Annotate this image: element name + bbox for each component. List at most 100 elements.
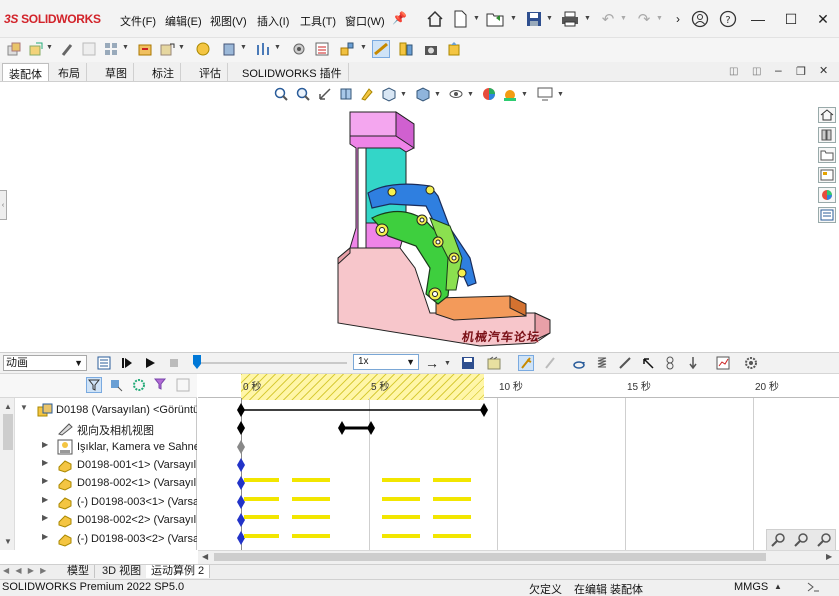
assembly-features-dropdown-icon[interactable]: ▼ <box>240 44 247 51</box>
play-from-start-icon[interactable] <box>119 355 135 371</box>
view-orientation-icon[interactable] <box>380 86 398 102</box>
view-settings-icon[interactable] <box>536 86 554 102</box>
collapse-tree-icon[interactable] <box>175 377 191 393</box>
exploded-view-dropdown-icon[interactable]: ▼ <box>360 44 367 51</box>
scroll-right-icon[interactable]: ▶ <box>826 552 832 561</box>
print-dropdown-icon[interactable]: ▼ <box>584 15 591 22</box>
tab-evaluate[interactable]: 评估 <box>193 63 228 81</box>
document-close-button[interactable]: ✕ <box>819 64 828 77</box>
key-change-bar[interactable] <box>382 478 420 482</box>
results-and-plots-icon[interactable] <box>715 355 731 371</box>
previous-view-icon[interactable] <box>316 86 334 102</box>
bill-of-materials-icon[interactable] <box>313 40 331 58</box>
assembly-features-icon[interactable] <box>220 40 238 58</box>
contact-icon[interactable] <box>662 355 678 371</box>
zoom-to-area-icon[interactable] <box>294 86 312 102</box>
key-change-bar[interactable] <box>292 497 330 501</box>
key-change-bar[interactable] <box>244 478 279 482</box>
document-minimize-button[interactable]: – <box>775 63 782 77</box>
open-dropdown-icon[interactable]: ▼ <box>510 15 517 22</box>
display-style-dropdown-icon[interactable]: ▼ <box>434 91 441 98</box>
filter-results-icon[interactable] <box>153 377 169 393</box>
playback-mode-dropdown-icon[interactable]: ▼ <box>444 360 451 367</box>
move-dropdown-icon[interactable]: ▼ <box>178 44 185 51</box>
undo-icon[interactable]: ↶ <box>598 9 618 29</box>
tree-item-camera-views[interactable]: 视向及相机视图 <box>0 419 197 437</box>
print-icon[interactable] <box>560 9 580 29</box>
motor-icon[interactable] <box>571 355 587 371</box>
menu-view[interactable]: 视图(V) <box>210 13 247 29</box>
key-change-bar[interactable] <box>382 497 420 501</box>
playback-speed-select[interactable]: 1x ▼ <box>353 354 419 370</box>
tree-item-part[interactable]: ▶ (-) D0198-003<2> (Varsa <box>0 530 197 548</box>
menu-edit[interactable]: 编辑(E) <box>165 13 202 29</box>
insert-components-icon[interactable] <box>5 40 23 58</box>
save-dropdown-icon[interactable]: ▼ <box>546 15 553 22</box>
key-change-bar[interactable] <box>292 534 330 538</box>
solidworks-resources-icon[interactable] <box>818 107 836 123</box>
pin-menu-icon[interactable]: 📌 <box>392 11 407 25</box>
edit-appearance-icon[interactable] <box>480 86 498 102</box>
new-motion-study-icon[interactable] <box>290 40 308 58</box>
key-change-bar[interactable] <box>244 497 279 501</box>
undo-dropdown-icon[interactable]: ▼ <box>620 15 627 22</box>
close-window-button[interactable]: ✕ <box>813 9 833 29</box>
filter-animated-icon[interactable] <box>86 377 102 393</box>
hide-show-items-icon[interactable] <box>447 86 465 102</box>
study-type-select[interactable]: 动画 ▼ <box>3 355 87 371</box>
menu-insert[interactable]: 插入(I) <box>257 13 289 29</box>
motion-study-properties-icon[interactable] <box>743 355 759 371</box>
timeline-scrollbar-thumb[interactable] <box>214 553 766 561</box>
mate-icon[interactable] <box>58 40 76 58</box>
tab-motion-study[interactable]: 运动算例 2 <box>146 565 211 578</box>
new-part-icon[interactable] <box>27 40 45 58</box>
zoom-out-timeline-icon[interactable] <box>793 532 809 548</box>
assembly-3d-model[interactable] <box>330 108 556 348</box>
show-hidden-components-icon[interactable] <box>194 40 212 58</box>
help-icon[interactable]: ? <box>718 9 738 29</box>
units-dropdown-icon[interactable]: ▲ <box>774 582 782 591</box>
reference-geometry-dropdown-icon[interactable]: ▼ <box>274 44 281 51</box>
force-icon[interactable] <box>640 355 656 371</box>
section-view-icon[interactable] <box>337 86 355 102</box>
damper-icon[interactable] <box>617 355 633 371</box>
expand-icon[interactable]: ▶ <box>42 495 48 504</box>
key-change-bar[interactable] <box>244 515 279 519</box>
file-explorer-icon[interactable] <box>818 147 836 163</box>
view-settings-dropdown-icon[interactable]: ▼ <box>557 91 564 98</box>
collapse-icon[interactable]: ▼ <box>20 403 28 412</box>
document-restore-button[interactable]: ❐ <box>796 65 806 78</box>
zoom-to-fit-icon[interactable] <box>272 86 290 102</box>
scroll-left-icon[interactable]: ◀ <box>202 552 208 561</box>
view-palette-icon[interactable] <box>818 167 836 183</box>
key-change-bar[interactable] <box>382 534 420 538</box>
tree-item-part[interactable]: ▶ D0198-002<1> (Varsayıl <box>0 474 197 492</box>
appearances-scenes-icon[interactable] <box>818 187 836 203</box>
tab-solidworks-addins[interactable]: SOLIDWORKS 插件 <box>236 63 349 81</box>
redo-icon[interactable]: ↷ <box>634 9 654 29</box>
apply-scene-dropdown-icon[interactable]: ▼ <box>521 91 528 98</box>
new-part-dropdown-icon[interactable]: ▼ <box>46 44 53 51</box>
menu-window[interactable]: 窗口(W) <box>345 13 385 29</box>
key-change-bar[interactable] <box>382 515 420 519</box>
playback-slider-track[interactable] <box>199 362 347 364</box>
take-snapshot-icon[interactable] <box>422 40 440 58</box>
redo-dropdown-icon[interactable]: ▼ <box>656 15 663 22</box>
tree-item-lights[interactable]: ▶ Işıklar, Kamera ve Sahne <box>0 438 197 456</box>
exploded-view-icon[interactable] <box>338 40 356 58</box>
hide-show-dropdown-icon[interactable]: ▼ <box>467 91 474 98</box>
new-dropdown-icon[interactable]: ▼ <box>473 15 480 22</box>
filter-driving-icon[interactable] <box>108 377 124 393</box>
key-change-bar[interactable] <box>433 515 471 519</box>
tab-sketch[interactable]: 草图 <box>99 63 134 81</box>
filter-selected-icon[interactable] <box>131 377 147 393</box>
open-folder-icon[interactable] <box>485 9 505 29</box>
smart-fasteners-icon[interactable] <box>136 40 154 58</box>
expand-icon[interactable]: ▶ <box>42 532 48 541</box>
tab-markup[interactable]: 标注 <box>146 63 181 81</box>
calculate-icon[interactable] <box>96 355 112 371</box>
key-change-bar[interactable] <box>292 515 330 519</box>
home-icon[interactable] <box>425 9 445 29</box>
save-icon[interactable] <box>524 9 544 29</box>
key-change-bar[interactable] <box>433 534 471 538</box>
